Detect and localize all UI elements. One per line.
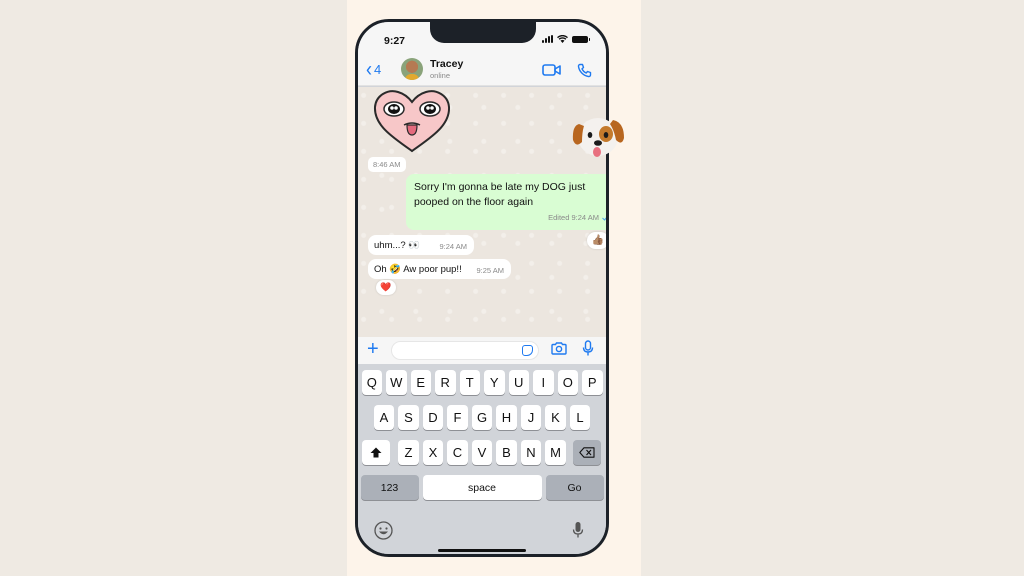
numbers-key[interactable]: 123 bbox=[360, 475, 419, 500]
space-key[interactable]: space bbox=[422, 475, 542, 500]
message-text: Sorry I'm gonna be late my DOG just poop… bbox=[414, 181, 586, 208]
delete-key[interactable] bbox=[573, 440, 601, 465]
key-p[interactable]: P bbox=[582, 370, 603, 395]
go-key[interactable]: Go bbox=[545, 475, 604, 500]
keyboard-row-2: A S D F G H J K L bbox=[358, 405, 606, 430]
message-meta: Edited 9:24 AM bbox=[548, 210, 606, 225]
key-s[interactable]: S bbox=[398, 405, 419, 430]
plus-icon[interactable]: + bbox=[367, 339, 379, 359]
key-m[interactable]: M bbox=[545, 440, 566, 465]
key-k[interactable]: K bbox=[545, 405, 566, 430]
key-l[interactable]: L bbox=[569, 405, 591, 430]
outgoing-message[interactable]: Sorry I'm gonna be late my DOG just poop… bbox=[406, 174, 606, 230]
key-q[interactable]: Q bbox=[361, 370, 382, 395]
key-i[interactable]: I bbox=[533, 370, 554, 395]
key-f[interactable]: F bbox=[447, 405, 468, 430]
chat-header: ‹ 4 Tracey online bbox=[358, 56, 606, 86]
chevron-left-icon: ‹ bbox=[366, 57, 372, 81]
wifi-icon bbox=[557, 35, 568, 43]
message-text: Oh 🤣 Aw poor pup!! bbox=[374, 264, 462, 275]
key-e[interactable]: E bbox=[410, 370, 431, 395]
key-c[interactable]: C bbox=[447, 440, 468, 465]
key-g[interactable]: G bbox=[471, 405, 493, 430]
dictation-icon[interactable] bbox=[572, 521, 584, 539]
key-h[interactable]: H bbox=[496, 405, 517, 430]
video-call-icon[interactable] bbox=[542, 63, 561, 77]
keyboard-row-3: Z X C V B N M bbox=[358, 440, 606, 465]
key-v[interactable]: V bbox=[471, 440, 493, 465]
message-time: 9:24 AM bbox=[439, 242, 467, 251]
heart-reaction[interactable]: ❤️ bbox=[376, 280, 396, 295]
battery-icon bbox=[572, 35, 590, 43]
key-x[interactable]: X bbox=[422, 440, 444, 465]
dog-memoji-sticker[interactable] bbox=[570, 110, 626, 162]
phone-notch bbox=[430, 22, 536, 43]
thumbs-up-reaction[interactable]: 👍🏽 bbox=[587, 232, 606, 249]
timestamp-label: 8:46 AM bbox=[368, 157, 406, 172]
status-time: 9:27 bbox=[384, 35, 406, 47]
key-t[interactable]: T bbox=[459, 370, 480, 395]
message-text: uhm...? 👀 bbox=[374, 240, 421, 251]
avatar[interactable] bbox=[401, 58, 423, 80]
input-bar: + bbox=[358, 337, 606, 364]
key-u[interactable]: U bbox=[508, 370, 529, 395]
incoming-message[interactable]: uhm...? 👀 9:24 AM bbox=[368, 235, 474, 255]
back-count: 4 bbox=[374, 61, 382, 77]
back-button[interactable]: ‹ 4 bbox=[366, 57, 382, 81]
key-w[interactable]: W bbox=[386, 370, 407, 395]
key-o[interactable]: O bbox=[557, 370, 578, 395]
sticker-icon[interactable] bbox=[522, 345, 533, 356]
heart-face-sticker[interactable] bbox=[372, 89, 452, 153]
phone-frame: 9:27 ‹ 4 Tracey online 8:46 AM Sorry I'm… bbox=[355, 19, 609, 557]
phone-call-icon[interactable] bbox=[577, 63, 592, 78]
double-check-icon bbox=[602, 217, 606, 221]
chat-area: 8:46 AM Sorry I'm gonna be late my DOG j… bbox=[358, 87, 606, 337]
key-b[interactable]: B bbox=[496, 440, 517, 465]
key-z[interactable]: Z bbox=[398, 440, 419, 465]
key-a[interactable]: A bbox=[373, 405, 395, 430]
signal-icon bbox=[542, 35, 553, 43]
keyboard: Q W E R T Y U I O P A S D F G H J K L Z bbox=[358, 364, 606, 554]
emoji-icon[interactable] bbox=[374, 521, 393, 540]
shift-icon bbox=[370, 447, 382, 458]
contact-name[interactable]: Tracey bbox=[430, 58, 463, 70]
camera-icon[interactable] bbox=[551, 342, 567, 355]
incoming-message[interactable]: Oh 🤣 Aw poor pup!! 9:25 AM bbox=[368, 259, 511, 279]
message-input[interactable] bbox=[391, 341, 539, 360]
key-n[interactable]: N bbox=[520, 440, 542, 465]
home-indicator bbox=[438, 549, 526, 552]
key-y[interactable]: Y bbox=[484, 370, 505, 395]
keyboard-row-4: 123 space Go bbox=[358, 475, 606, 500]
key-j[interactable]: J bbox=[520, 405, 542, 430]
keyboard-row-1: Q W E R T Y U I O P bbox=[358, 370, 606, 395]
status-icons bbox=[542, 35, 590, 43]
key-r[interactable]: R bbox=[435, 370, 456, 395]
message-time: 9:25 AM bbox=[476, 266, 504, 275]
backspace-icon bbox=[579, 447, 595, 458]
key-d[interactable]: D bbox=[422, 405, 444, 430]
shift-key[interactable] bbox=[362, 440, 390, 465]
contact-status: online bbox=[430, 71, 451, 80]
microphone-icon[interactable] bbox=[582, 340, 594, 357]
message-edited-time: Edited 9:24 AM bbox=[548, 213, 599, 222]
